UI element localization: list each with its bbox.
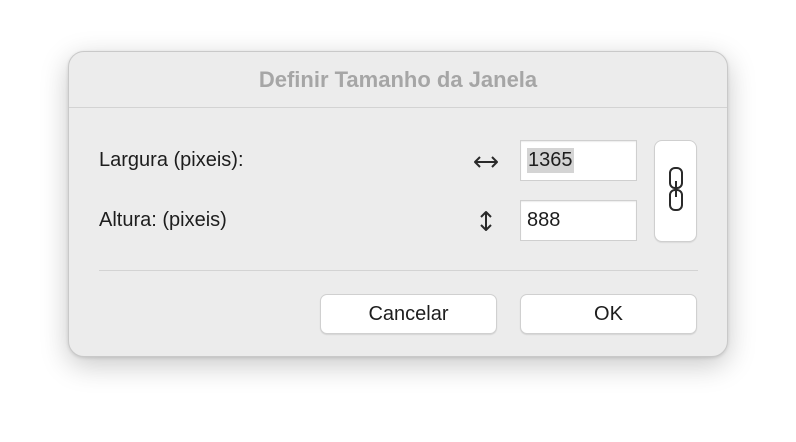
cancel-button[interactable]: Cancelar [320, 294, 497, 334]
chain-link-icon [667, 165, 685, 218]
dialog-separator [99, 270, 698, 271]
set-window-size-dialog: Definir Tamanho da Janela Largura (pixei… [68, 51, 728, 357]
vertical-arrows-icon [472, 209, 500, 233]
dialog-titlebar: Definir Tamanho da Janela [69, 52, 727, 108]
width-label: Largura (pixeis): [99, 149, 244, 171]
horizontal-arrows-icon [472, 150, 500, 174]
height-value: 888 [527, 209, 561, 231]
height-label: Altura: (pixeis) [99, 209, 227, 231]
dialog-title: Definir Tamanho da Janela [258, 66, 538, 92]
width-input[interactable]: 1365 [520, 140, 637, 181]
height-input[interactable]: 888 [520, 200, 637, 241]
ok-button[interactable]: OK [520, 294, 697, 334]
aspect-lock-button[interactable] [654, 140, 697, 242]
width-value: 1365 [527, 148, 574, 173]
